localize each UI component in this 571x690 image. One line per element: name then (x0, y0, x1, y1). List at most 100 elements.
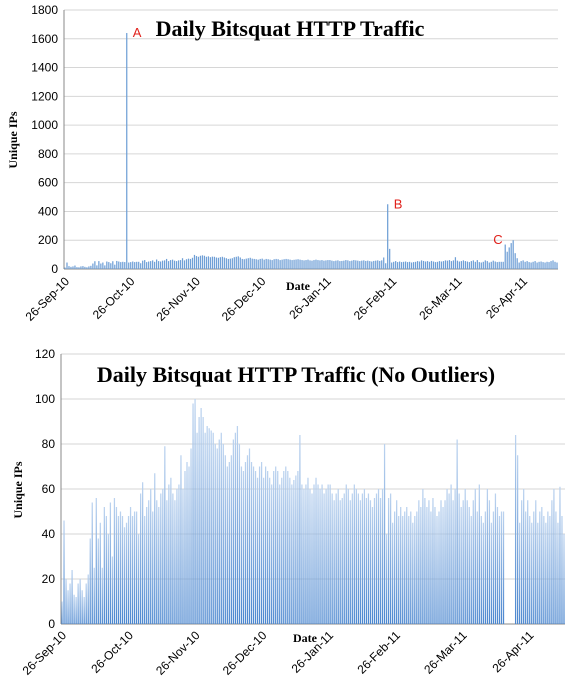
bar (440, 500, 442, 624)
bar (66, 262, 68, 269)
bar (325, 260, 327, 269)
bar (548, 262, 550, 269)
bar (109, 502, 112, 624)
y-tick-label: 200 (38, 233, 58, 247)
bar (309, 489, 311, 624)
bar (257, 259, 259, 269)
bar (115, 507, 118, 624)
bar (317, 484, 319, 624)
bar (238, 444, 241, 624)
bar (180, 455, 182, 624)
bar (319, 260, 321, 269)
bar (279, 484, 281, 624)
y-tick-label: 80 (42, 437, 56, 451)
x-tick-label: 26-Apr-11 (489, 628, 536, 675)
bar (154, 261, 156, 269)
x-tick-label: 26-Nov-10 (153, 628, 203, 678)
bar (553, 489, 555, 624)
bar (187, 258, 190, 269)
bar (129, 507, 132, 624)
bar (347, 260, 349, 269)
bar (416, 261, 419, 269)
bar (156, 500, 158, 624)
bar (253, 258, 255, 269)
bar (556, 262, 558, 269)
bar (240, 466, 243, 624)
bar (452, 500, 454, 624)
bar (412, 522, 414, 624)
bar (199, 255, 202, 269)
bar (119, 511, 122, 624)
bar (486, 261, 488, 269)
bar (385, 534, 388, 624)
bar (158, 261, 160, 269)
bar (496, 507, 499, 624)
bar (114, 264, 116, 269)
bar (205, 256, 208, 269)
bar (269, 477, 271, 624)
bar (369, 261, 371, 269)
bar (363, 260, 365, 269)
bar (343, 493, 345, 624)
bar (146, 262, 148, 269)
bar (177, 260, 180, 269)
x-tick-label: 26-Dec-10 (220, 628, 270, 678)
bar (267, 471, 269, 624)
bar (375, 493, 378, 624)
bar (315, 259, 317, 269)
bar (118, 261, 120, 269)
bar (335, 493, 337, 624)
bar (520, 261, 522, 269)
bar (291, 484, 293, 624)
bar (383, 257, 385, 269)
bar (512, 240, 514, 269)
bar (533, 511, 535, 624)
bar (127, 516, 130, 624)
bar (301, 484, 303, 624)
bar (273, 471, 275, 624)
bar (408, 261, 411, 269)
bar (261, 258, 263, 269)
bar (313, 484, 315, 624)
bar (392, 522, 394, 624)
bar (424, 498, 426, 624)
bar (498, 261, 500, 269)
bar (287, 259, 289, 269)
x-ticks: 26-Sep-10 26-Oct-10 26-Nov-10 26-Dec-10 26-J… (23, 274, 531, 324)
bar (162, 489, 164, 624)
bar (367, 260, 369, 269)
bar (67, 590, 69, 624)
bar (247, 258, 249, 269)
bar (168, 484, 170, 624)
bar (363, 489, 366, 624)
bar (333, 500, 335, 624)
bar (323, 493, 325, 624)
bar (159, 261, 162, 269)
y-tick-label: 20 (42, 572, 56, 586)
bar (71, 570, 73, 624)
bar (233, 257, 235, 269)
bar (319, 489, 321, 624)
bar (494, 261, 496, 269)
bar (331, 260, 333, 269)
bar (191, 257, 194, 269)
bars (64, 33, 558, 269)
bar (434, 262, 437, 269)
bar (470, 516, 472, 624)
bar (301, 260, 303, 269)
bar (142, 260, 144, 269)
bar (150, 261, 152, 269)
y-tick-label: 1600 (31, 32, 58, 46)
bar (405, 261, 407, 269)
bar (181, 258, 184, 269)
bar (138, 261, 140, 269)
bar (96, 265, 98, 269)
bar (337, 260, 339, 269)
bar (185, 259, 188, 269)
bar (404, 511, 406, 624)
bar (207, 256, 210, 269)
bar (416, 511, 418, 624)
bar (480, 262, 482, 269)
bar (389, 248, 391, 269)
bar (488, 262, 490, 269)
